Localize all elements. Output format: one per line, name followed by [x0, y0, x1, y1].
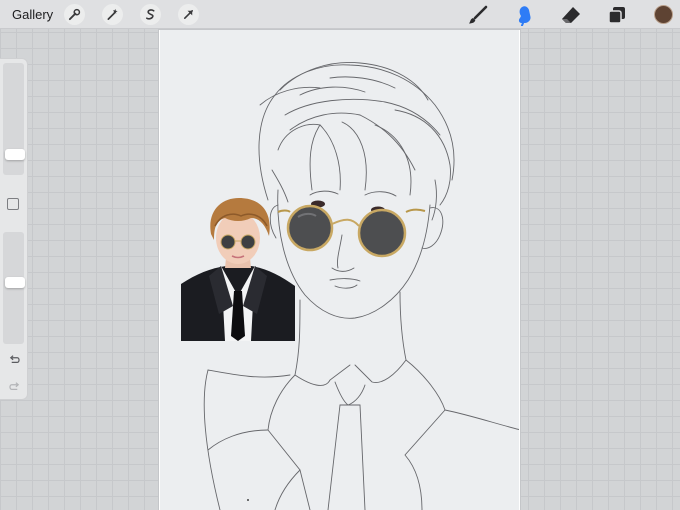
eraser-tool[interactable]: [559, 3, 583, 27]
gallery-button[interactable]: Gallery: [12, 7, 53, 22]
smudge-tool[interactable]: [512, 3, 536, 27]
actions-button[interactable]: [64, 4, 85, 25]
adjustments-button[interactable]: [102, 4, 123, 25]
modify-button[interactable]: [7, 198, 19, 210]
redo-icon: [8, 381, 19, 390]
selection-button[interactable]: [140, 4, 161, 25]
sunglasses-cutout: [277, 204, 426, 258]
layers-tool[interactable]: [605, 3, 629, 27]
smudge-icon: [518, 6, 531, 26]
selection-icon: [145, 9, 155, 20]
redo-button[interactable]: [5, 378, 23, 396]
brush-icon: [469, 5, 488, 24]
magic-wand-icon: [107, 8, 118, 20]
opacity-thumb[interactable]: [5, 277, 25, 288]
undo-button[interactable]: [5, 351, 23, 369]
transform-arrow-icon: [183, 9, 194, 20]
brush-tool[interactable]: [466, 3, 490, 27]
eraser-icon: [562, 7, 580, 23]
undo-icon: [9, 354, 20, 363]
wrench-icon: [68, 8, 81, 21]
brush-size-thumb[interactable]: [5, 149, 25, 160]
top-toolbar: Gallery: [0, 0, 680, 29]
layers-icon: [608, 7, 625, 24]
brush-size-slider[interactable]: [3, 63, 25, 175]
sidebar: [0, 58, 28, 400]
opacity-slider[interactable]: [3, 232, 25, 344]
reference-photo[interactable]: [181, 196, 295, 341]
color-picker[interactable]: [654, 5, 673, 24]
transform-button[interactable]: [178, 4, 199, 25]
